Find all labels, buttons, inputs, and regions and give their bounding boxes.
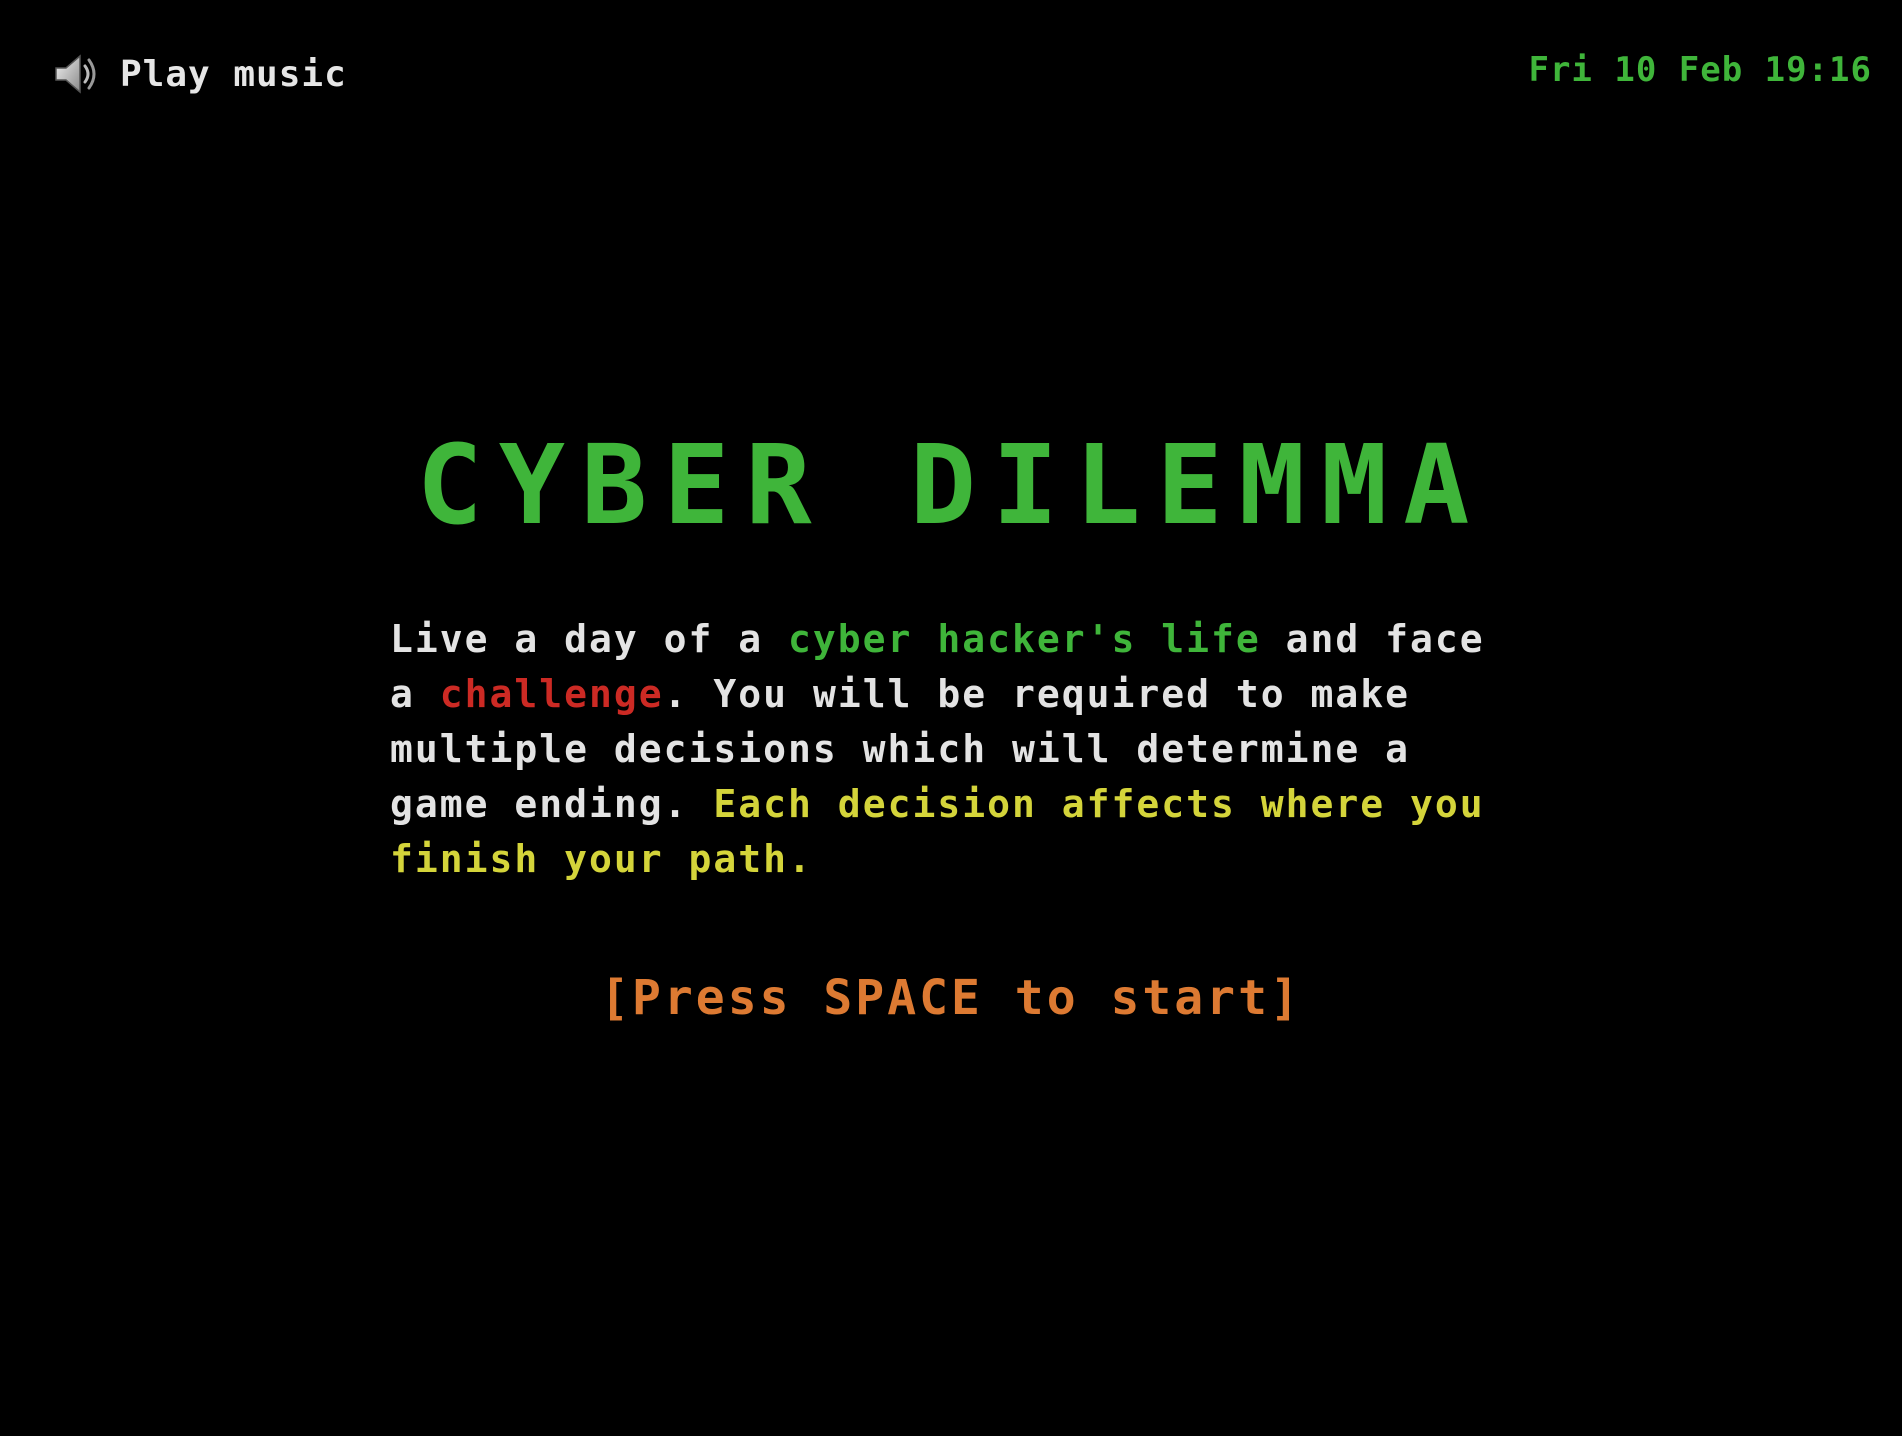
intro-text-part: Live a day of a [390,617,789,661]
play-music-label: Play music [120,53,347,95]
start-prompt[interactable]: [Press SPACE to start] [0,970,1902,1026]
game-title: CYBER DILEMMA [416,421,1486,549]
intro-text: Live a day of a cyber hacker's life and … [390,612,1520,887]
clock: Fri 10 Feb 19:16 [1528,50,1872,90]
intro-highlight-red: challenge [439,672,664,716]
play-music-toggle[interactable]: Play music [50,44,347,104]
speaker-icon [50,48,102,100]
intro-highlight-green: cyber hacker's life [788,617,1261,661]
